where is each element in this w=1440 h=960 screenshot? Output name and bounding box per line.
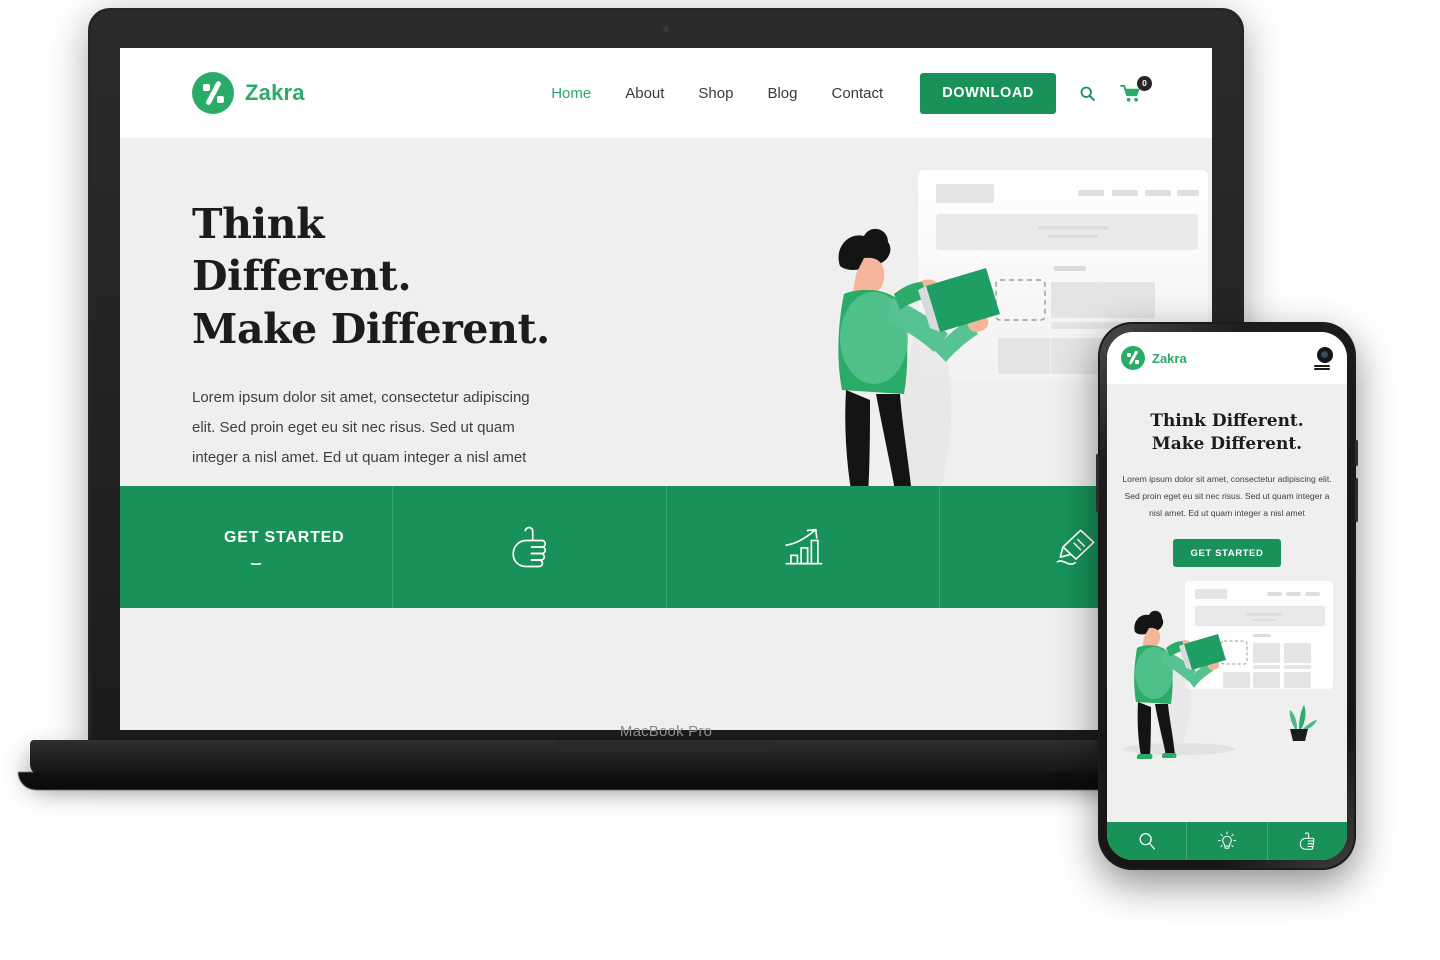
- hero-copy: Think Different. Make Different. Lorem i…: [120, 138, 550, 564]
- plant-icon: [1289, 705, 1317, 742]
- phone-hero-section: Think Different. Make Different. Lorem i…: [1107, 384, 1347, 768]
- hero-title-line1: Think Different.: [192, 200, 412, 301]
- nav-item-about[interactable]: About: [608, 85, 681, 102]
- search-icon: [1139, 833, 1155, 850]
- search-button[interactable]: [1074, 78, 1100, 108]
- laptop-brand-label: MacBook Pro: [619, 723, 713, 740]
- website-viewport: Zakra Home About Shop Blog Contact DOWNL…: [120, 48, 1212, 730]
- main-navigation: Home About Shop Blog Contact DOWNLOAD 0: [534, 72, 1152, 114]
- phone-site-header: Zakra: [1107, 332, 1347, 384]
- phone-hero-title: Think Different. Make Different.: [1117, 410, 1337, 455]
- zakra-logo-icon: [1121, 346, 1145, 370]
- get-started-button[interactable]: GET STARTED: [192, 513, 377, 564]
- nav-item-shop[interactable]: Shop: [681, 85, 750, 102]
- nav-item-contact[interactable]: Contact: [815, 85, 901, 102]
- phone-tab-quality[interactable]: [1268, 822, 1347, 860]
- nav-item-blog[interactable]: Blog: [750, 85, 814, 102]
- search-icon: [1080, 86, 1095, 101]
- phone-button-power[interactable]: [1355, 478, 1358, 522]
- phone-brand-logo[interactable]: Zakra: [1121, 346, 1187, 370]
- phone-button-volume-up[interactable]: [1355, 440, 1358, 466]
- front-camera-icon: [1317, 347, 1333, 363]
- zakra-logo-icon: [192, 72, 234, 114]
- phone-mockup: Zakra Think Different. Make Different. L…: [1096, 322, 1358, 870]
- phone-hero-title-line1: Think Different.: [1150, 411, 1304, 431]
- nav-item-home[interactable]: Home: [534, 85, 608, 102]
- phone-hero-title-line2: Make Different.: [1151, 433, 1303, 454]
- thumbs-up-icon: [1300, 832, 1315, 850]
- macbook-mockup: Zakra Home About Shop Blog Contact DOWNL…: [18, 8, 1314, 790]
- phone-brand-name: Zakra: [1152, 350, 1187, 366]
- brand-logo[interactable]: Zakra: [192, 72, 305, 114]
- webcam-dot-icon: [663, 26, 669, 32]
- hamburger-menu-icon[interactable]: [1311, 347, 1333, 370]
- download-button[interactable]: DOWNLOAD: [920, 72, 1056, 114]
- feature-item-growth[interactable]: [667, 486, 940, 608]
- phone-hero-illustration: [1117, 577, 1337, 767]
- cart-count-badge: 0: [1137, 76, 1152, 91]
- phone-tab-idea[interactable]: [1187, 822, 1268, 860]
- hero-title-line2: Make Different.: [192, 304, 550, 353]
- lightbulb-icon: [1217, 831, 1237, 849]
- hero-section: Think Different. Make Different. Lorem i…: [120, 138, 1212, 608]
- phone-hero-paragraph: Lorem ipsum dolor sit amet, consectetur …: [1122, 474, 1332, 518]
- phone-button-volume[interactable]: [1096, 454, 1099, 512]
- cart-button[interactable]: 0: [1118, 76, 1152, 108]
- phone-bottom-tabbar: [1107, 822, 1347, 860]
- laptop-screen: Zakra Home About Shop Blog Contact DOWNL…: [120, 48, 1212, 730]
- phone-tab-search[interactable]: [1107, 822, 1188, 860]
- mockup-stage: Zakra Home About Shop Blog Contact DOWNL…: [0, 0, 1440, 960]
- site-header: Zakra Home About Shop Blog Contact DOWNL…: [120, 48, 1212, 138]
- laptop-lid-notch: [556, 740, 776, 752]
- phone-screen: Zakra Think Different. Make Different. L…: [1107, 332, 1347, 860]
- brand-name: Zakra: [245, 80, 305, 105]
- growth-chart-icon: [785, 528, 823, 565]
- hero-title: Think Different. Make Different.: [192, 198, 550, 355]
- phone-get-started-button[interactable]: GET STARTED: [1172, 539, 1282, 568]
- hero-paragraph: Lorem ipsum dolor sit amet, consectetur …: [192, 389, 530, 467]
- highlighter-pen-icon: [1056, 529, 1095, 565]
